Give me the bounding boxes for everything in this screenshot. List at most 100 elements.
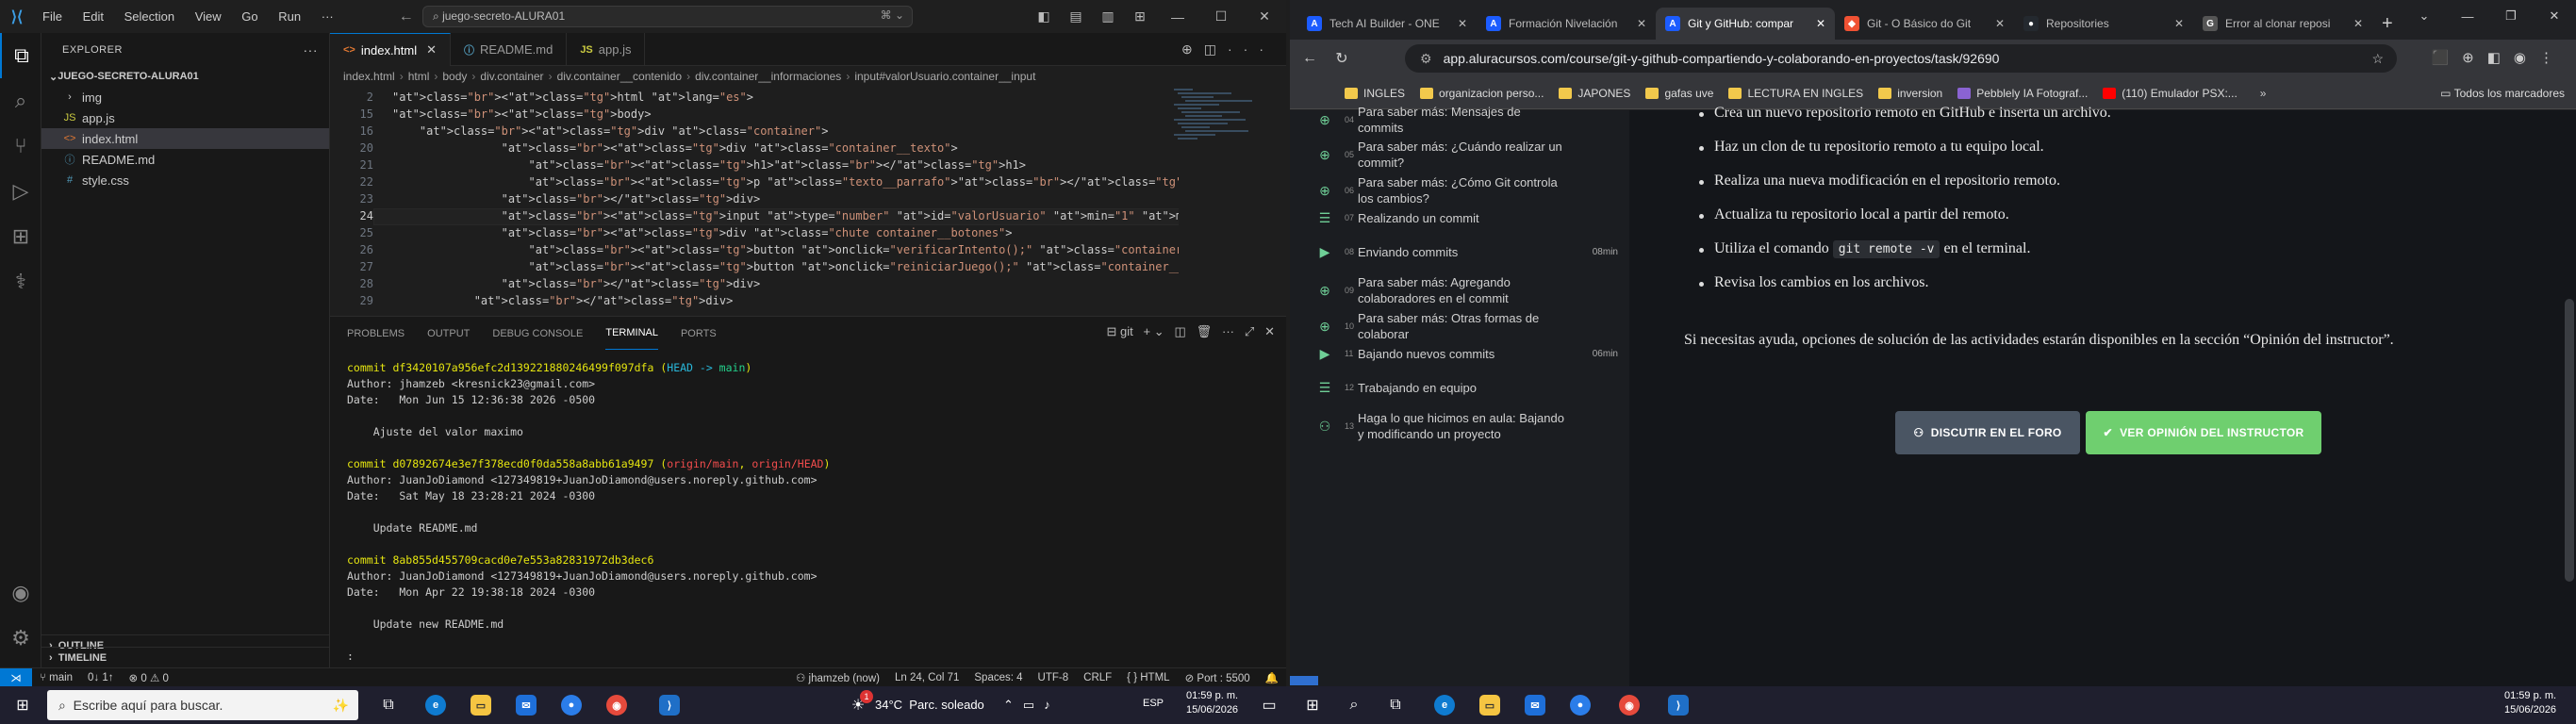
bookmark-item[interactable]: JAPONES xyxy=(1559,87,1630,100)
maximize-icon[interactable]: ❐ xyxy=(2489,8,2533,24)
file-tree-item[interactable]: › img xyxy=(41,87,329,107)
bookmark-item[interactable]: (110) Emulador PSX:... xyxy=(2103,87,2237,100)
extensions-puzzle-icon[interactable]: ⊕ xyxy=(2462,50,2487,66)
panel-tab[interactable]: TERMINAL xyxy=(605,317,658,350)
search-icon[interactable]: ⌕ xyxy=(1339,690,1369,720)
lesson-item[interactable]: ▶ 11 Bajando nuevos commits 06min xyxy=(1290,344,1629,363)
network-icon[interactable]: ▭ xyxy=(1023,698,1044,712)
menu-edit[interactable]: Edit xyxy=(83,9,104,24)
close-icon[interactable]: ✕ xyxy=(1458,17,1467,30)
browser-tab[interactable]: ● Repositories ✕ xyxy=(2014,8,2193,40)
panel-tab[interactable]: OUTPUT xyxy=(427,317,470,350)
vscode-taskbar-icon[interactable]: ⟩ xyxy=(654,690,685,720)
bookmark-item[interactable]: Pebblely IA Fotograf... xyxy=(1957,87,2088,100)
explorer-icon[interactable]: ⧉ xyxy=(0,33,41,78)
close-icon[interactable]: ✕ xyxy=(1995,17,2005,30)
new-terminal-icon[interactable]: + ⌄ xyxy=(1136,324,1164,338)
layout-icon[interactable]: ▥ xyxy=(1092,8,1124,25)
edge-icon[interactable]: e xyxy=(1429,690,1460,720)
minimize-icon[interactable]: — xyxy=(2446,9,2489,24)
file-explorer-icon[interactable]: ▭ xyxy=(1475,690,1505,720)
toggle-panel-icon[interactable]: ◧ xyxy=(1028,8,1060,25)
sidepanel-icon[interactable]: ◧ xyxy=(2487,50,2514,66)
panel-tab[interactable]: PROBLEMS xyxy=(347,317,405,350)
indentation[interactable]: Spaces: 4 xyxy=(974,672,1022,683)
windows-start-icon[interactable]: ⊞ xyxy=(8,690,38,720)
breadcrumb-item[interactable]: html xyxy=(408,70,430,83)
code-editor[interactable]: 2 "at">class="br"><"at">class="tg">html "… xyxy=(330,87,1179,313)
copilot-sparkle-icon[interactable]: ✨ xyxy=(333,698,349,714)
bookmark-star-icon[interactable]: ☆ xyxy=(2371,51,2384,67)
editor-tab[interactable]: JS app.js xyxy=(567,33,646,66)
menu-file[interactable]: File xyxy=(42,9,62,24)
more-actions-icon[interactable]: ··· xyxy=(304,42,319,58)
close-panel-icon[interactable]: ✕ xyxy=(1258,324,1275,338)
lesson-item[interactable]: ⊕ 04 Para saber más: Mensajes de commits xyxy=(1290,105,1629,135)
terminal-prompt[interactable]: : xyxy=(347,649,1271,665)
taskbar-search[interactable]: ⌕ Escribe aquí para buscar. ✨ xyxy=(47,690,358,720)
notifications-bell-icon[interactable]: 🔔 xyxy=(1265,671,1279,684)
browser-tab[interactable]: A Git y GitHub: compar ✕ xyxy=(1656,8,1835,40)
volume-icon[interactable]: ♪ xyxy=(1044,698,1060,712)
all-bookmarks[interactable]: ▭ Todos los marcadores xyxy=(2440,87,2565,100)
more-actions-icon[interactable]: ··· xyxy=(1228,41,1275,57)
bookmark-item[interactable]: gafas uve xyxy=(1645,87,1713,100)
lesson-item[interactable]: ⚇ 13 Haga lo que hicimos en aula: Bajando … xyxy=(1290,408,1629,444)
run-debug-icon[interactable]: ▷ xyxy=(0,169,41,214)
trash-icon[interactable]: 🗑 xyxy=(1189,324,1213,338)
go-live-icon[interactable]: ⊕ xyxy=(1181,41,1204,57)
end-of-line[interactable]: CRLF xyxy=(1083,672,1112,683)
more-actions-icon[interactable]: ··· xyxy=(1215,324,1234,338)
python-icon[interactable]: ⚕ xyxy=(0,259,41,304)
browser-tab[interactable]: A Tech AI Builder - ONE ✕ xyxy=(1297,8,1477,40)
panel-tab[interactable]: DEBUG CONSOLE xyxy=(492,317,583,350)
address-bar[interactable]: ⚙ app.aluracursos.com/course/git-y-githu… xyxy=(1405,44,2397,73)
lesson-item[interactable]: ⊕ 06 Para saber más: ¿Cómo Git controla lo… xyxy=(1290,173,1629,208)
vscode-taskbar-icon[interactable]: ⟩ xyxy=(1663,690,1693,720)
menu-go[interactable]: Go xyxy=(241,9,257,24)
lesson-item[interactable]: ▶ 08 Enviando commits 08min xyxy=(1290,242,1629,261)
breadcrumb-item[interactable]: input#valorUsuario.container__input xyxy=(854,70,1035,83)
toggle-sidebar-icon[interactable]: ▤ xyxy=(1060,8,1092,25)
search-icon[interactable]: ⌕ xyxy=(0,78,41,123)
windows-start-icon[interactable]: ⊞ xyxy=(1297,690,1328,720)
notifications-icon[interactable]: ▭ xyxy=(1254,690,1284,720)
minimap[interactable] xyxy=(1174,87,1268,313)
site-info-icon[interactable]: ⚙ xyxy=(1420,51,1432,67)
file-tree-item[interactable]: JS app.js xyxy=(41,107,329,128)
panel-tab[interactable]: PORTS xyxy=(681,317,717,350)
terminal-shell-name[interactable]: git xyxy=(1120,324,1133,338)
tab-search-icon[interactable]: ⌄ xyxy=(2403,8,2446,24)
forum-button[interactable]: ⚇ DISCUTIR EN EL FORO xyxy=(1895,411,2080,454)
page-scrollbar[interactable] xyxy=(2565,299,2574,582)
instructor-opinion-button[interactable]: ✔ VER OPINIÓN DEL INSTRUCTOR xyxy=(2086,411,2321,454)
source-control-icon[interactable]: ⑂ xyxy=(0,123,41,169)
customize-layout-icon[interactable]: ⊞ xyxy=(1124,8,1156,25)
lesson-item[interactable]: ⊕ 05 Para saber más: ¿Cuándo realizar un c… xyxy=(1290,137,1629,173)
file-tree-item[interactable]: <> index.html xyxy=(41,128,329,149)
lesson-item[interactable]: ⊕ 09 Para saber más: Agregando colaborador… xyxy=(1290,272,1629,308)
clock[interactable]: 01:59 p. m. 15/06/2026 xyxy=(1186,689,1238,717)
weather-text[interactable]: 34°C Parc. soleado xyxy=(875,698,984,712)
split-terminal-icon[interactable]: ◫ xyxy=(1167,324,1186,338)
mail-icon[interactable]: ✉ xyxy=(1520,690,1550,720)
back-arrow-icon[interactable]: ← xyxy=(1294,50,1326,67)
browser-tab[interactable]: G Error al clonar reposi ✕ xyxy=(2193,8,2372,40)
chrome-icon[interactable]: ◉ xyxy=(1614,690,1644,720)
chrome-icon[interactable]: ◉ xyxy=(602,690,632,720)
new-tab-icon[interactable]: + xyxy=(2372,8,2403,40)
lesson-item[interactable]: ⊕ 10 Para saber más: Otras formas de colab… xyxy=(1290,308,1629,344)
close-icon[interactable]: ✕ xyxy=(2533,8,2576,24)
editor-tab[interactable]: <> index.html ✕ xyxy=(330,33,452,66)
mail-icon[interactable]: ✉ xyxy=(511,690,541,720)
reload-icon[interactable]: ↻ xyxy=(1326,49,1358,68)
git-blame[interactable]: ⚇ jhamzeb (now) xyxy=(796,671,880,684)
bookmark-item[interactable]: inversion xyxy=(1878,87,1942,100)
extensions-icon[interactable]: ⊞ xyxy=(0,214,41,259)
language-indicator[interactable]: ESP xyxy=(1143,698,1164,709)
breadcrumb-item[interactable]: div.container__informaciones xyxy=(695,70,841,83)
copilot-icon[interactable]: ⌘ ⌄ xyxy=(881,8,904,22)
split-editor-icon[interactable]: ◫ xyxy=(1204,41,1228,57)
breadcrumb-item[interactable]: div.container__contenido xyxy=(557,70,683,83)
lesson-item[interactable]: ☰ 12 Trabajando en equipo xyxy=(1290,378,1629,397)
